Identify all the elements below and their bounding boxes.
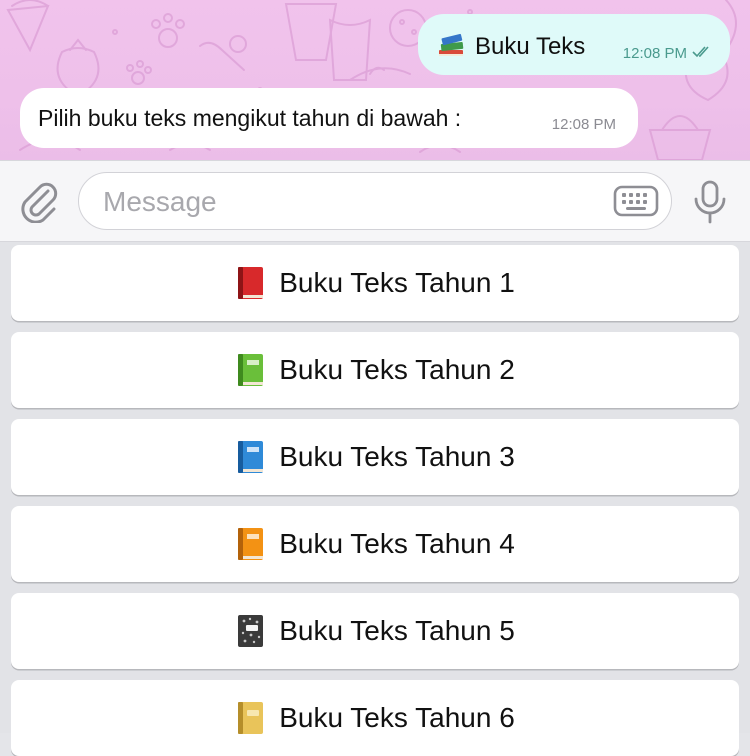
keyboard-button-tahun-4[interactable]: Buku Teks Tahun 4 [11, 506, 739, 582]
orange-book-icon [238, 528, 264, 560]
incoming-message-time: 12:08 PM [551, 116, 616, 133]
paperclip-icon[interactable] [18, 179, 60, 224]
reply-keyboard: Buku Teks Tahun 1 Buku Teks Tahun 2 Buku… [0, 242, 750, 756]
incoming-message-bubble[interactable]: Pilih buku teks mengikut tahun di bawah … [20, 88, 638, 148]
outgoing-message-bubble[interactable]: Buku Teks 12:08 PM [418, 14, 730, 75]
message-composer [0, 160, 750, 242]
books-emoji-icon [436, 30, 466, 64]
notebook-icon [238, 615, 264, 647]
keyboard-button-tahun-1[interactable]: Buku Teks Tahun 1 [11, 245, 739, 321]
keyboard-button-label: Buku Teks Tahun 2 [279, 354, 515, 385]
keyboard-button-label: Buku Teks Tahun 6 [279, 702, 515, 733]
microphone-icon[interactable] [690, 179, 730, 225]
keyboard-button-label: Buku Teks Tahun 5 [279, 615, 515, 646]
keyboard-button-tahun-3[interactable]: Buku Teks Tahun 3 [11, 419, 739, 495]
incoming-message-text: Pilih buku teks mengikut tahun di bawah … [38, 105, 462, 131]
outgoing-message-text: Buku Teks [475, 33, 586, 60]
blue-book-icon [238, 441, 264, 473]
keyboard-button-label: Buku Teks Tahun 3 [279, 441, 515, 472]
green-book-icon [238, 354, 264, 386]
message-input-field[interactable] [78, 172, 672, 230]
outgoing-message-meta: 12:08 PM [623, 45, 712, 62]
red-book-icon [238, 267, 264, 299]
chat-area: Buku Teks 12:08 PM Pilih buku teks mengi… [0, 0, 750, 160]
keyboard-icon[interactable] [613, 185, 659, 217]
keyboard-button-tahun-6[interactable]: Buku Teks Tahun 6 [11, 680, 739, 756]
keyboard-button-label: Buku Teks Tahun 4 [279, 528, 515, 559]
keyboard-button-tahun-5[interactable]: Buku Teks Tahun 5 [11, 593, 739, 669]
outgoing-message-body: Buku Teks [436, 30, 585, 64]
keyboard-button-tahun-2[interactable]: Buku Teks Tahun 2 [11, 332, 739, 408]
message-input[interactable] [101, 183, 585, 221]
double-check-icon [692, 45, 712, 62]
outgoing-message-time: 12:08 PM [622, 45, 687, 62]
keyboard-button-label: Buku Teks Tahun 1 [279, 267, 515, 298]
ledger-icon [238, 702, 264, 734]
